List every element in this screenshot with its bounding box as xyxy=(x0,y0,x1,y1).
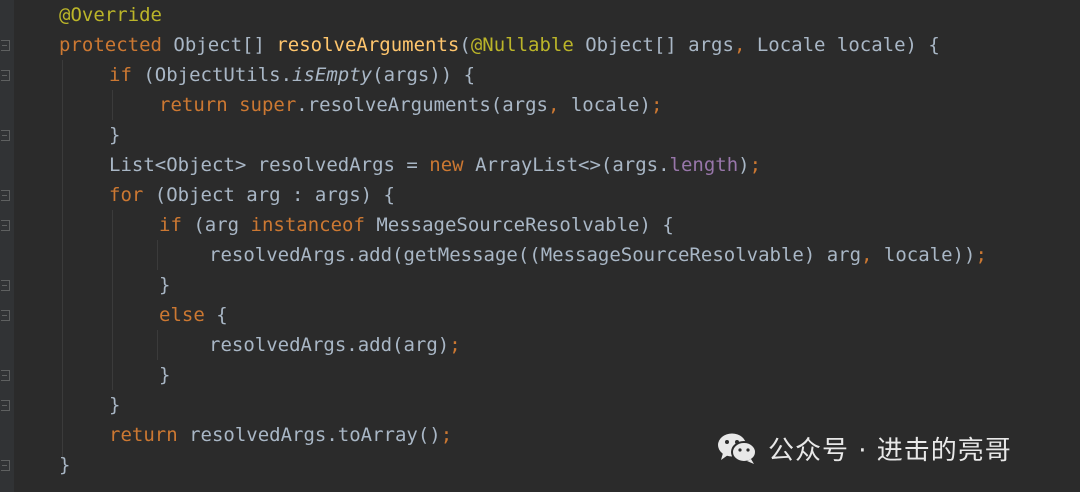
code-token: ( xyxy=(459,34,471,56)
code-token: if xyxy=(109,64,132,86)
code-token: locale) xyxy=(559,94,651,116)
code-token: @Nullable xyxy=(470,34,574,56)
code-token: length xyxy=(669,154,739,176)
code-token: else xyxy=(159,304,205,326)
code-token: for xyxy=(109,184,144,206)
code-token: ; xyxy=(650,94,663,116)
code-line[interactable]: resolvedArgs.add(getMessage((MessageSour… xyxy=(209,240,987,270)
code-line[interactable]: return resolvedArgs.toArray(); xyxy=(109,420,452,450)
code-token: new xyxy=(429,154,464,176)
code-token: (arg xyxy=(181,214,251,236)
code-token: super xyxy=(239,94,297,116)
code-token: Object[] args xyxy=(573,34,734,56)
code-token: resolvedArgs.toArray() xyxy=(177,424,441,446)
code-token: resolvedArgs.add(arg) xyxy=(209,334,450,356)
code-line[interactable]: @Override xyxy=(59,0,162,30)
code-token: (args)) { xyxy=(372,64,476,86)
code-line[interactable]: for (Object arg : args) { xyxy=(109,180,395,210)
code-token: if xyxy=(159,214,182,236)
code-line[interactable]: } xyxy=(109,120,120,150)
code-line[interactable]: } xyxy=(109,390,120,420)
code-token: } xyxy=(59,454,71,476)
code-line[interactable]: if (arg instanceof MessageSourceResolvab… xyxy=(159,210,674,240)
code-token: } xyxy=(109,124,121,146)
code-line[interactable]: return super.resolveArguments(args, loca… xyxy=(159,90,662,120)
code-token: locale)) xyxy=(872,244,976,266)
code-token: resolvedArgs.add(getMessage((MessageSour… xyxy=(209,244,862,266)
code-token: (ObjectUtils. xyxy=(131,64,293,86)
code-token: isEmpty xyxy=(292,64,373,86)
code-token: resolveArguments xyxy=(276,34,460,56)
code-token: instanceof xyxy=(250,214,365,236)
code-line[interactable]: } xyxy=(59,450,70,480)
code-token: ; xyxy=(749,154,762,176)
code-token: @Override xyxy=(59,4,162,26)
code-token: return xyxy=(109,424,178,446)
code-token: } xyxy=(159,364,171,386)
code-token: Locale locale) { xyxy=(745,34,940,56)
code-line[interactable]: else { xyxy=(159,300,228,330)
code-line[interactable]: } xyxy=(159,360,170,390)
code-token: { xyxy=(204,304,228,326)
code-token: protected xyxy=(59,34,162,56)
code-line[interactable]: if (ObjectUtils.isEmpty(args)) { xyxy=(109,60,475,90)
watermark-text: 公众号 · 进击的亮哥 xyxy=(768,435,1012,466)
code-token: , xyxy=(861,244,873,266)
code-token: ArrayList<>(args. xyxy=(463,154,670,176)
code-editor[interactable]: @Override protected Object[] resolveArgum… xyxy=(0,0,1080,492)
code-token: , xyxy=(547,94,560,116)
code-line[interactable]: resolvedArgs.add(arg); xyxy=(209,330,461,360)
code-line[interactable]: List<Object> resolvedArgs = new ArrayLis… xyxy=(109,150,761,180)
code-token: ; xyxy=(449,334,461,356)
code-token: } xyxy=(109,394,121,416)
code-token: (Object arg : args) { xyxy=(143,184,395,206)
code-area[interactable]: @Override protected Object[] resolveArgum… xyxy=(0,0,1080,492)
code-token: ; xyxy=(975,244,987,266)
code-line[interactable]: protected Object[] resolveArguments(@Nul… xyxy=(59,30,940,60)
code-token: ; xyxy=(440,424,453,446)
code-token: MessageSourceResolvable) { xyxy=(364,214,674,236)
code-token: } xyxy=(159,274,171,296)
code-token: .resolveArguments(args xyxy=(296,94,548,116)
code-token: Object[] xyxy=(161,34,277,56)
code-token: , xyxy=(733,34,746,56)
watermark: 公众号 · 进击的亮哥 xyxy=(716,428,1012,468)
code-token: List<Object> resolvedArgs = xyxy=(109,154,430,176)
code-line[interactable]: } xyxy=(159,270,170,300)
code-token: ) xyxy=(738,154,750,176)
code-token: return xyxy=(159,94,228,116)
wechat-icon xyxy=(718,433,757,464)
